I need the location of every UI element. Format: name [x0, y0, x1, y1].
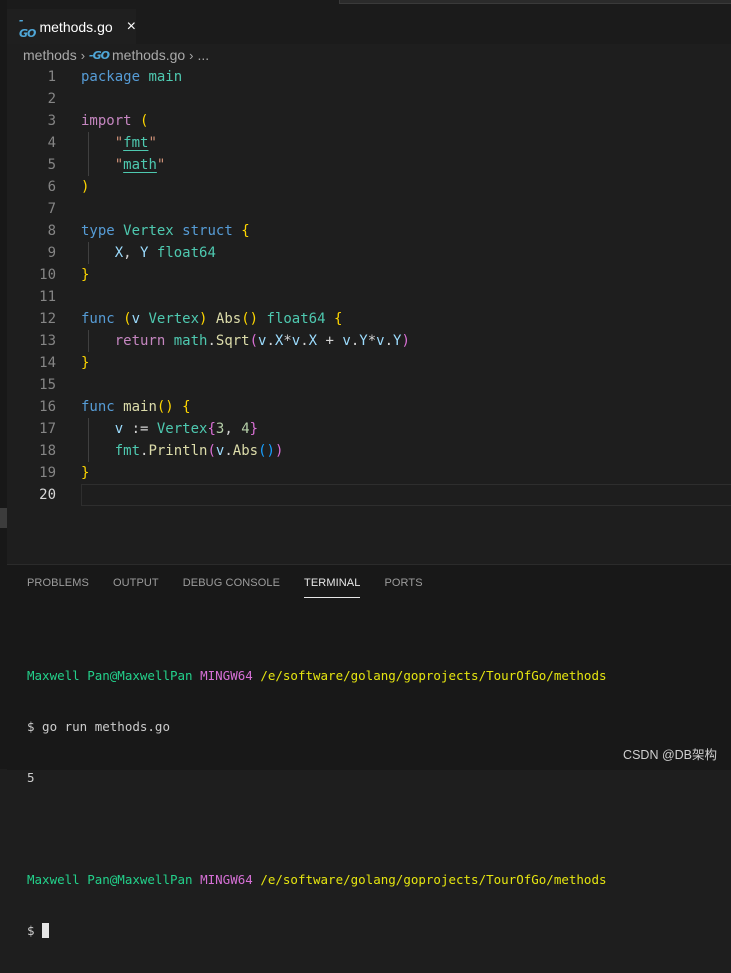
editor-tab-bar: -GO methods.go × — [7, 0, 731, 44]
code-line: 3 import ( — [7, 110, 731, 132]
tab-terminal[interactable]: TERMINAL — [304, 577, 361, 598]
code-line: 8 type Vertex struct { — [7, 220, 731, 242]
line-number: 1 — [47, 69, 56, 85]
line-number: 11 — [39, 289, 56, 305]
line-number: 3 — [47, 113, 56, 129]
go-file-icon: -GO — [89, 48, 110, 62]
code-line: 1 package main — [7, 66, 731, 88]
line-number: 8 — [47, 223, 56, 239]
line-number: 10 — [39, 267, 56, 283]
terminal-blank — [27, 820, 607, 837]
tab-problems[interactable]: PROBLEMS — [27, 577, 89, 597]
breadcrumb-file[interactable]: methods.go — [112, 47, 185, 63]
watermark: CSDN @DB架构 — [623, 748, 717, 762]
code-line: 15 — [7, 374, 731, 396]
chevron-right-icon: › — [189, 47, 194, 63]
scroll-indicator — [0, 508, 7, 528]
terminal-output[interactable]: Maxwell Pan@MaxwellPan MINGW64 /e/softwa… — [27, 633, 607, 973]
code-line-current: 20 — [7, 484, 731, 506]
tab-label: methods.go — [39, 18, 113, 35]
tab-debug-console[interactable]: DEBUG CONSOLE — [183, 577, 280, 597]
terminal-prompt-line: Maxwell Pan@MaxwellPan MINGW64 /e/softwa… — [27, 872, 607, 887]
code-line: 7 — [7, 198, 731, 220]
code-editor[interactable]: 1 package main 2 3 import ( 4 "fmt" 5 "m… — [7, 66, 731, 564]
terminal-input-line[interactable]: $ — [27, 922, 607, 939]
line-number: 2 — [47, 91, 56, 107]
code-line: 2 — [7, 88, 731, 110]
line-number: 9 — [47, 245, 56, 261]
bottom-panel: PROBLEMS OUTPUT DEBUG CONSOLE TERMINAL P… — [7, 564, 731, 938]
terminal-command: $ go run methods.go — [27, 719, 170, 734]
code-line: 5 "math" — [7, 154, 731, 176]
terminal-cursor — [42, 923, 50, 938]
code-line: 6 ) — [7, 176, 731, 198]
tab-methods-go[interactable]: -GO methods.go × — [7, 9, 136, 44]
terminal-result: 5 — [27, 770, 35, 785]
close-icon[interactable]: × — [127, 18, 136, 36]
line-number: 19 — [39, 465, 56, 481]
line-number: 16 — [39, 399, 56, 415]
line-number: 20 — [39, 487, 56, 503]
line-number: 18 — [39, 443, 56, 459]
code-line: 13 return math.Sqrt(v.X*v.X + v.Y*v.Y) — [7, 330, 731, 352]
code-line: 4 "fmt" — [7, 132, 731, 154]
tab-bar-border — [339, 0, 731, 4]
line-number: 7 — [47, 201, 56, 217]
code-line: 11 — [7, 286, 731, 308]
code-line: 10 } — [7, 264, 731, 286]
current-line-highlight — [81, 484, 731, 506]
line-number: 17 — [39, 421, 56, 437]
code-line: 12 func (v Vertex) Abs() float64 { — [7, 308, 731, 330]
code-line: 19 } — [7, 462, 731, 484]
breadcrumb-folder[interactable]: methods — [23, 47, 77, 63]
code-line: 9 X, Y float64 — [7, 242, 731, 264]
panel-tabs: PROBLEMS OUTPUT DEBUG CONSOLE TERMINAL P… — [27, 577, 447, 598]
code-line: 14 } — [7, 352, 731, 374]
line-number: 15 — [39, 377, 56, 393]
go-file-icon: -GO — [19, 13, 36, 40]
terminal-prompt-line: Maxwell Pan@MaxwellPan MINGW64 /e/softwa… — [27, 668, 607, 683]
code-line: 16 func main() { — [7, 396, 731, 418]
tab-ports[interactable]: PORTS — [384, 577, 422, 597]
line-number: 13 — [39, 333, 56, 349]
line-number: 4 — [47, 135, 56, 151]
code-line: 17 v := Vertex{3, 4} — [7, 418, 731, 440]
line-number: 12 — [39, 311, 56, 327]
activity-edge — [0, 0, 7, 769]
tab-output[interactable]: OUTPUT — [113, 577, 159, 597]
chevron-right-icon: › — [80, 47, 86, 63]
breadcrumb-more[interactable]: ... — [198, 47, 210, 63]
code-line: 18 fmt.Println(v.Abs()) — [7, 440, 731, 462]
line-number: 6 — [47, 179, 56, 195]
line-number: 5 — [47, 157, 56, 173]
line-number: 14 — [39, 355, 56, 371]
breadcrumb: methods › -GO methods.go › ... — [23, 44, 209, 66]
